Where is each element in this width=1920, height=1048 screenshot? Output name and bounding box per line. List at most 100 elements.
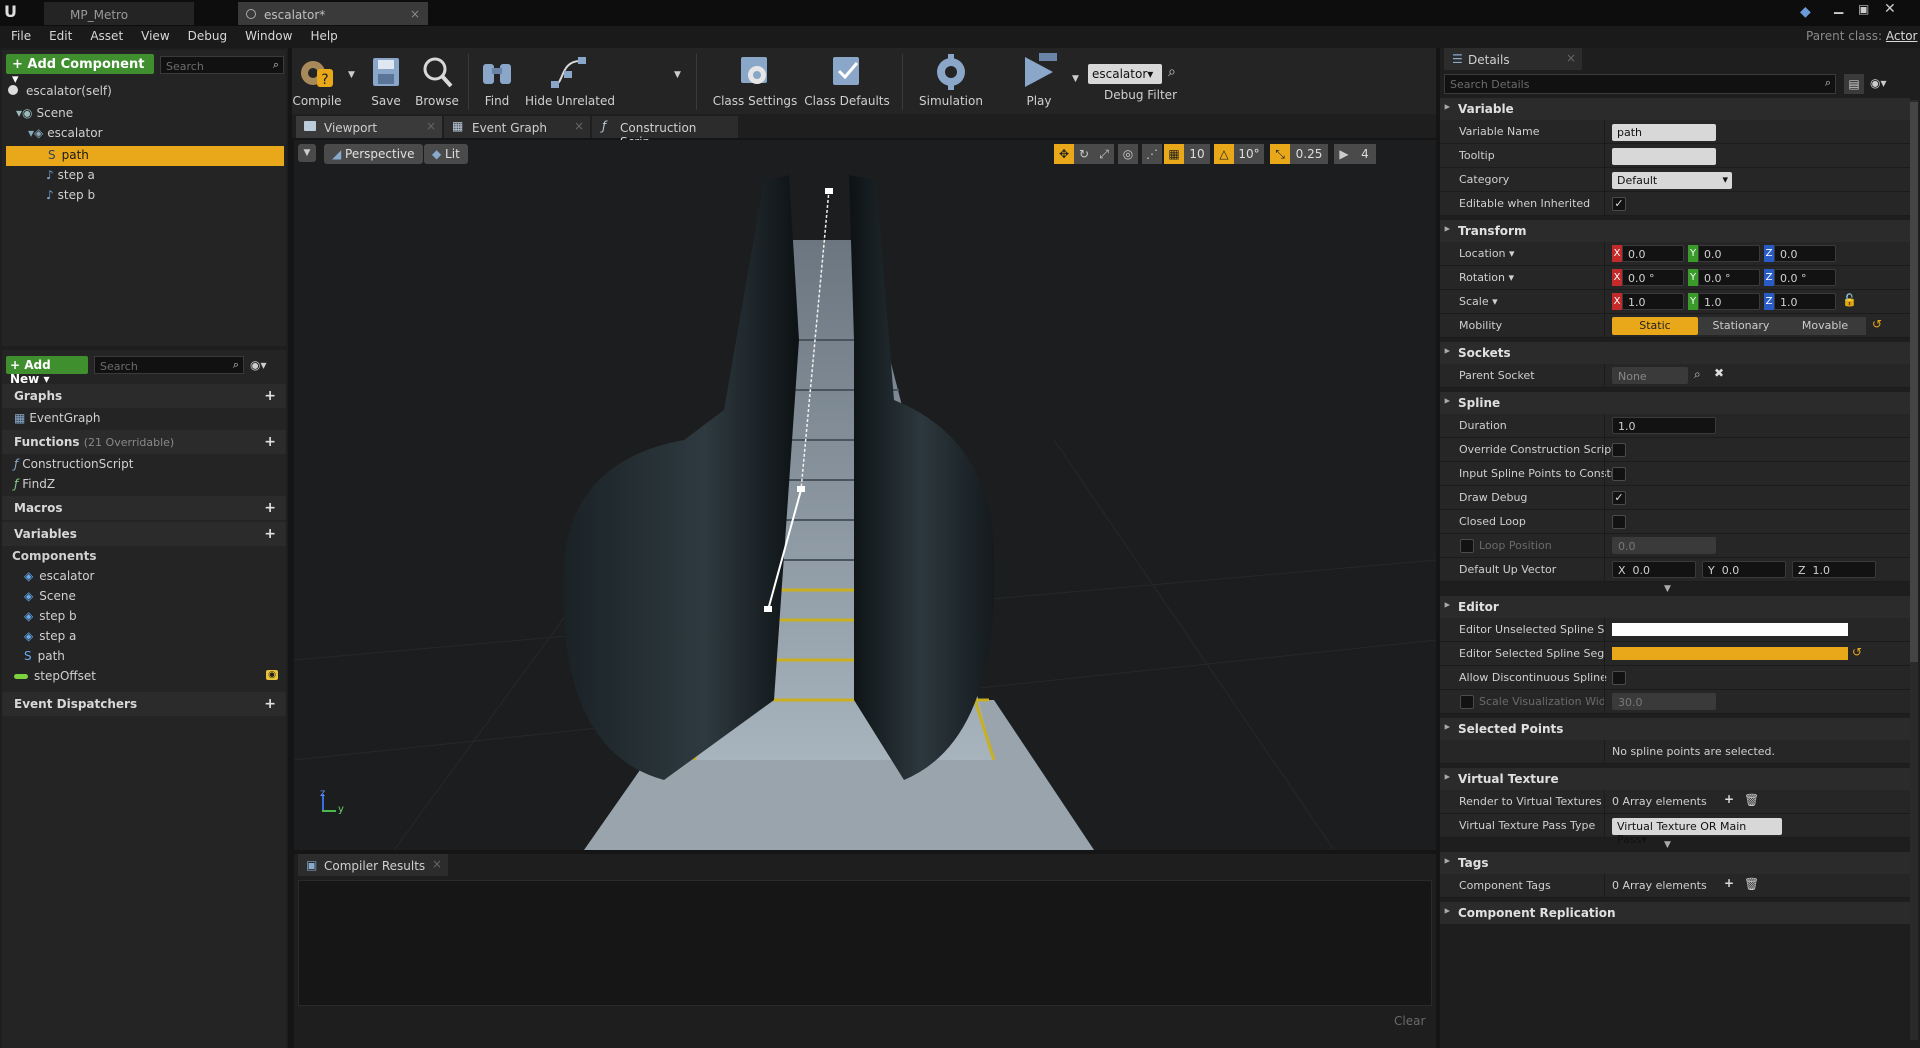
scale-z-input[interactable]: 1.0 xyxy=(1774,293,1836,310)
reset-default-icon[interactable]: ↺ xyxy=(1872,317,1882,331)
mobility-movable-button[interactable]: Movable xyxy=(1784,317,1866,335)
editable-inherited-checkbox[interactable]: ✓ xyxy=(1612,197,1626,211)
add-function-icon[interactable]: + xyxy=(264,434,276,450)
close-icon[interactable]: × xyxy=(1566,51,1576,65)
browse-button[interactable]: Browse xyxy=(412,48,462,114)
section-tags[interactable]: Tags xyxy=(1440,852,1910,874)
var-item-step-b[interactable]: ◈ step b xyxy=(24,609,77,629)
var-item-path[interactable]: Spath xyxy=(24,649,65,669)
rotation-snap-value[interactable]: 10° xyxy=(1234,144,1264,164)
unreal-logo-icon[interactable]: U xyxy=(4,3,22,21)
scale-y-input[interactable]: 1.0 xyxy=(1698,293,1760,310)
rotate-tool-icon[interactable]: ↻ xyxy=(1074,144,1094,164)
add-new-button[interactable]: + Add New ▾ xyxy=(6,356,88,386)
tab-mp-metro[interactable]: MP_Metro xyxy=(44,2,194,25)
up-vector-z-input[interactable]: Z 1.0 xyxy=(1792,561,1876,578)
up-vector-x-input[interactable]: X 0.0 xyxy=(1612,561,1696,578)
menu-file[interactable]: File xyxy=(2,26,40,46)
details-scrollbar[interactable] xyxy=(1910,100,1918,1040)
lock-scale-icon[interactable]: 🔓 xyxy=(1842,293,1857,307)
maximize-icon[interactable]: ▣ xyxy=(1858,2,1869,16)
minimize-icon[interactable]: ▁ xyxy=(1834,0,1843,14)
up-vector-y-input[interactable]: Y 0.0 xyxy=(1702,561,1786,578)
simulation-button[interactable]: Simulation xyxy=(906,48,996,114)
var-item-escalator[interactable]: ◈ escalator xyxy=(24,569,95,589)
function-item-construction[interactable]: ƒ ConstructionScript xyxy=(14,457,133,477)
grid-snap-icon[interactable]: ▦ xyxy=(1164,144,1184,164)
parent-socket-input[interactable]: None xyxy=(1612,367,1688,384)
add-element-icon[interactable]: + xyxy=(1724,792,1734,806)
scale-tool-icon[interactable]: ⤢ xyxy=(1094,144,1114,164)
section-graphs[interactable]: Graphs + xyxy=(2,384,286,408)
save-button[interactable]: Save xyxy=(362,48,410,114)
section-variable[interactable]: Variable xyxy=(1440,98,1910,120)
tree-item-step-a[interactable]: ♪ step a xyxy=(46,168,95,188)
viewport-3d[interactable]: ▼ ◢ Perspective ◆ Lit ✥ ↻ ⤢ ◎ ⋰ ▦ 10 △ 1… xyxy=(294,140,1436,850)
scale-x-input[interactable]: 1.0 xyxy=(1622,293,1684,310)
camera-speed-value[interactable]: 4 xyxy=(1354,144,1376,164)
loop-position-checkbox[interactable] xyxy=(1460,539,1474,553)
menu-debug[interactable]: Debug xyxy=(179,26,236,46)
tab-details[interactable]: ☰ Details × xyxy=(1444,48,1582,70)
section-editor[interactable]: Editor xyxy=(1440,596,1910,618)
tab-event-graph[interactable]: ▦ Event Graph × xyxy=(444,116,590,138)
selected-color-swatch[interactable] xyxy=(1612,647,1848,660)
class-defaults-button[interactable]: Class Defaults xyxy=(802,48,892,114)
translate-tool-icon[interactable]: ✥ xyxy=(1054,144,1074,164)
allow-discontinuous-checkbox[interactable] xyxy=(1612,671,1626,685)
visibility-eye-icon[interactable]: ◉ xyxy=(266,670,278,680)
location-x-input[interactable]: 0.0 xyxy=(1622,245,1684,262)
hide-options-icon[interactable]: ▼ xyxy=(674,70,681,80)
menu-help[interactable]: Help xyxy=(301,26,346,46)
tree-item-escalator[interactable]: ▾◈ escalator xyxy=(28,126,103,146)
location-y-input[interactable]: 0.0 xyxy=(1698,245,1760,262)
world-local-icon[interactable]: ◎ xyxy=(1118,144,1138,164)
function-item-findz[interactable]: ƒ FindZ xyxy=(14,477,55,497)
menu-edit[interactable]: Edit xyxy=(40,26,81,46)
debug-object-select[interactable]: escalator▾ xyxy=(1088,64,1162,84)
var-item-stepoffset[interactable]: stepOffset ◉ xyxy=(14,669,284,689)
graph-item-eventgraph[interactable]: ▦ EventGraph xyxy=(14,411,101,431)
close-icon[interactable]: × xyxy=(432,857,442,871)
closed-loop-checkbox[interactable] xyxy=(1612,515,1626,529)
add-macro-icon[interactable]: + xyxy=(264,500,276,516)
section-functions[interactable]: Functions (21 Overridable) + xyxy=(2,430,286,454)
spline-point-bottom[interactable] xyxy=(764,606,772,612)
rotation-z-input[interactable]: 0.0 ° xyxy=(1774,269,1836,286)
add-component-button[interactable]: + Add Component ▾ xyxy=(6,54,154,87)
grid-snap-value[interactable]: 10 xyxy=(1184,144,1210,164)
tree-item-scene[interactable]: ▾◉ Scene xyxy=(16,106,73,126)
hide-unrelated-button[interactable]: Hide Unrelated xyxy=(524,48,616,114)
draw-debug-checkbox[interactable]: ✓ xyxy=(1612,491,1626,505)
section-sockets[interactable]: Sockets xyxy=(1440,342,1910,364)
view-options-icon[interactable]: ◉▾ xyxy=(1870,76,1887,90)
add-graph-icon[interactable]: + xyxy=(264,388,276,404)
tab-compiler-results[interactable]: ▣ Compiler Results × xyxy=(298,854,448,876)
scale-vis-checkbox[interactable] xyxy=(1460,695,1474,709)
rotation-snap-icon[interactable]: △ xyxy=(1214,144,1234,164)
play-options-icon[interactable]: ▼ xyxy=(1072,74,1079,84)
mobility-stationary-button[interactable]: Stationary xyxy=(1698,317,1784,335)
tab-escalator[interactable]: escalator* × xyxy=(238,2,428,25)
source-control-icon[interactable]: ◆ xyxy=(1800,4,1811,20)
class-settings-button[interactable]: Class Settings xyxy=(710,48,800,114)
compile-options-icon[interactable]: ▼ xyxy=(348,70,355,80)
view-options-icon[interactable]: ◉▾ xyxy=(250,358,267,372)
clear-button[interactable]: Clear xyxy=(1394,1014,1425,1028)
loop-position-input[interactable]: 0.0 xyxy=(1612,537,1716,554)
surface-snap-icon[interactable]: ⋰ xyxy=(1142,144,1162,164)
camera-speed-icon[interactable]: ▶ xyxy=(1334,144,1354,164)
scrollbar-thumb[interactable] xyxy=(1910,102,1918,662)
escalator-scene[interactable] xyxy=(294,140,1436,850)
section-spline[interactable]: Spline xyxy=(1440,392,1910,414)
unselected-color-swatch[interactable] xyxy=(1612,623,1848,636)
location-z-input[interactable]: 0.0 xyxy=(1774,245,1836,262)
close-window-icon[interactable]: ✕ xyxy=(1884,1,1896,17)
delete-icon[interactable]: 🗑 xyxy=(1744,877,1759,891)
var-item-scene[interactable]: ◈ Scene xyxy=(24,589,76,609)
add-variable-icon[interactable]: + xyxy=(264,526,276,542)
category-select[interactable]: Default ▾ xyxy=(1612,172,1732,189)
menu-asset[interactable]: Asset xyxy=(81,26,132,46)
rotation-y-input[interactable]: 0.0 ° xyxy=(1698,269,1760,286)
input-spline-points-checkbox[interactable] xyxy=(1612,467,1626,481)
